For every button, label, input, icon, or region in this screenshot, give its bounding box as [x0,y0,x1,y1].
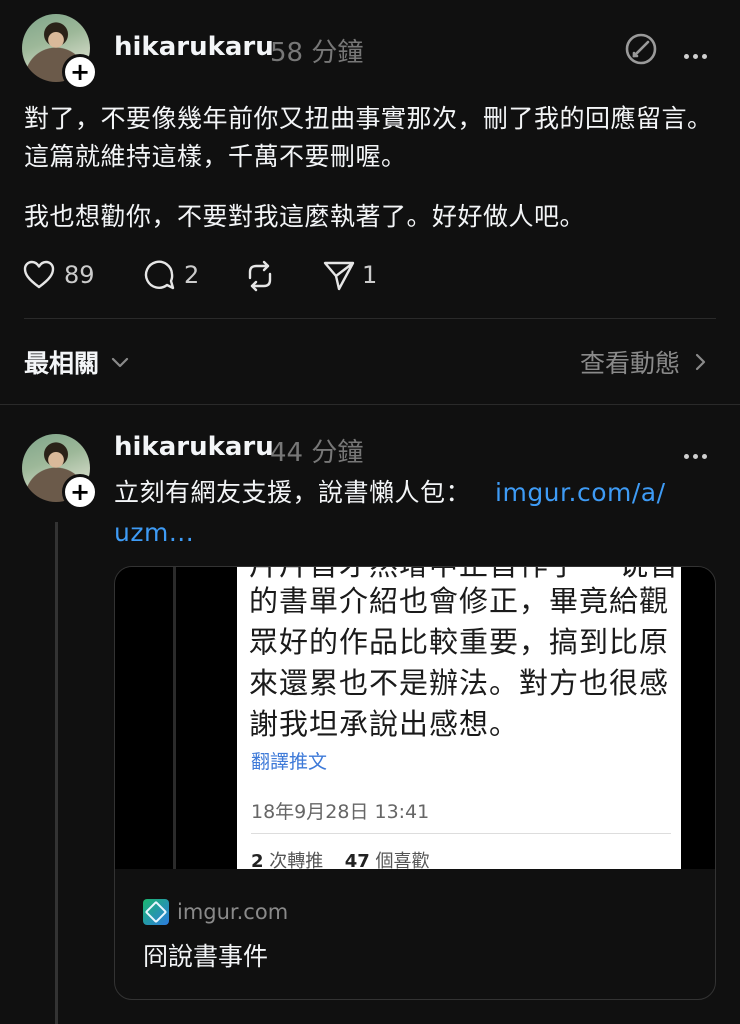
sort-dropdown[interactable]: 最相關 [24,344,131,380]
like-count: 89 [64,261,95,289]
tweet-date: 18年9月28日 13:41 [251,801,430,823]
share-count: 1 [362,261,378,289]
send-icon [323,261,355,291]
follow-plus-icon[interactable]: + [62,54,98,90]
retweet-count: 2 [251,851,264,869]
chevron-right-icon [695,353,706,371]
divider [24,318,716,319]
tweet-like-label: 個喜歡 [375,851,430,869]
repost-icon [248,260,272,292]
section-divider [0,404,740,405]
tweet-line-1: 的書單介紹也會修正，畢竟給觀 [249,584,670,618]
view-activity-link[interactable]: 查看動態 [580,344,710,380]
tweet-screenshot: 片片首才然增中止首作子一 说首 的書單介紹也會修正，畢竟給觀 眾好的作品比較重要… [237,567,681,869]
post-text-paragraph-2: 我也想勸你，不要對我這麼執著了。好好做人吧。 [24,202,586,231]
tweet-stats: 2 次轉推 47 個喜歡 [251,847,430,869]
preview-title: 冏說書事件 [143,942,269,971]
comment-bubble-icon [144,260,175,290]
tweet-line-4: 謝我坦承說出感想。 [249,707,520,741]
post-text: 立刻有網友支援，說書懶人包： imgur.com/a/ [114,474,666,512]
tweet-line-2: 眾好的作品比較重要，搞到比原 [249,625,670,659]
translate-tweet-link: 翻譯推文 [251,751,328,773]
tweet-line-3: 來還累也不是辦法。對方也很感 [249,666,670,700]
post-username[interactable]: hikarukaru [114,432,274,462]
translate-icon[interactable] [624,32,658,66]
post-text-paragraph-1: 對了，不要像幾年前你又扭曲事實那次，刪了我的回應留言。這篇就維持這樣，千萬不要刪… [24,104,713,171]
link-preview-card[interactable]: 片片首才然增中止首作子一 说首 的書單介紹也會修正，畢竟給觀 眾好的作品比較重要… [114,566,716,1000]
retweet-label: 次轉推 [269,851,324,869]
comment-count: 2 [184,261,200,289]
follow-plus-icon[interactable]: + [62,474,98,510]
heart-icon [23,260,55,289]
post-link[interactable]: imgur.com/a/ [495,478,666,507]
preview-image: 片片首才然增中止首作子一 说首 的書單介紹也會修正，畢竟給觀 眾好的作品比較重要… [115,567,715,869]
tweet-like-count: 47 [344,851,370,869]
imgur-favicon-icon [143,899,169,925]
chevron-down-icon [111,357,129,368]
post-username[interactable]: hikarukaru [114,32,274,62]
sort-label: 最相關 [24,349,100,378]
repost-button[interactable] [242,258,278,294]
like-button[interactable]: 89 [22,258,95,292]
post-text-content: 立刻有網友支援，說書懶人包： [114,478,472,507]
more-options-icon[interactable] [682,444,709,463]
post-link-continued[interactable]: uzm... [114,514,194,552]
comment-button[interactable]: 2 [142,258,199,292]
thread-line [55,522,58,1024]
share-button[interactable]: 1 [322,258,377,292]
view-activity-label: 查看動態 [579,349,680,378]
preview-source: imgur.com [143,899,288,925]
post-time: 44 分鐘 [270,438,364,468]
post-time: 58 分鐘 [270,38,364,68]
preview-domain: imgur.com [177,900,289,924]
more-options-icon[interactable] [682,44,709,63]
